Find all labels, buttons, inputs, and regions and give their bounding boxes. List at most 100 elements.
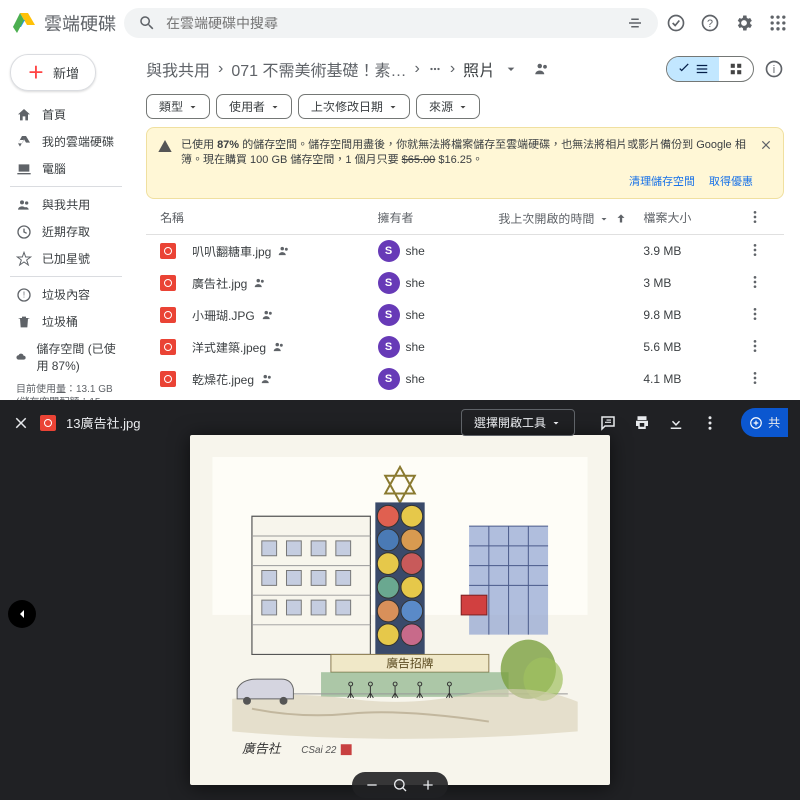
row-more-icon[interactable] [747,306,763,322]
overflow-icon[interactable] [428,62,442,76]
image-file-icon [160,339,176,355]
file-name: 乾燥花.jpeg [192,371,254,388]
col-size[interactable]: 檔案大小 [643,209,740,228]
breadcrumb: 與我共用› 071 不需美術基礎！素…› › 照片 i [146,50,784,88]
search-box[interactable] [124,8,658,38]
zoom-out-icon[interactable] [364,777,380,793]
nav-trash[interactable]: 垃圾桶 [10,308,122,335]
shared-icon [533,60,551,78]
col-owner[interactable]: 擁有者 [378,209,499,228]
offer-link[interactable]: 取得優惠 [709,176,753,188]
grid-view-button[interactable] [719,57,753,81]
chip-source[interactable]: 來源 [416,94,480,119]
star-icon [16,251,32,267]
file-size: 3.9 MB [643,244,740,258]
row-more-icon[interactable] [747,370,763,386]
chip-type[interactable]: 類型 [146,94,210,119]
header: 雲端硬碟 ? [0,0,800,46]
file-row[interactable]: 叭叭翻糖車.jpg Sshe 3.9 MB [146,235,784,267]
product-name: 雲端硬碟 [44,10,116,36]
header-more-icon[interactable] [747,209,763,225]
close-viewer-icon[interactable] [12,414,30,432]
view-toggle[interactable] [666,56,754,82]
help-icon[interactable]: ? [700,13,720,33]
open-with-button[interactable]: 選擇開啟工具 [461,409,575,436]
sidebar: ＋新增 首頁 我的雲端硬碟 電腦 與我共用 近期存取 已加星號 !垃圾內容 垃圾… [0,46,130,400]
shared-badge-icon [261,308,275,322]
drive-logo[interactable]: 雲端硬碟 [12,10,116,36]
file-list: 叭叭翻糖車.jpg Sshe 3.9 MB 廣告社.jpg Sshe 3 MB … [146,235,784,400]
row-more-icon[interactable] [747,338,763,354]
list-view-button[interactable] [667,57,719,81]
image-canvas[interactable]: 廣告招牌 廣告社 CSai 22 [190,435,610,785]
settings-icon[interactable] [734,13,754,33]
nav-computers[interactable]: 電腦 [10,155,122,182]
owner-avatar: S [378,272,400,294]
more-icon[interactable] [701,414,719,432]
share-button[interactable]: 共 [741,408,788,437]
file-name: 洋式建築.jpeg [192,339,266,356]
print-icon[interactable] [633,414,651,432]
owner-avatar: S [378,240,400,262]
apps-icon[interactable] [768,13,788,33]
file-name: 小珊瑚.JPG [192,307,255,324]
zoom-in-icon[interactable] [420,777,436,793]
drive-icon [16,134,32,150]
viewer-toolbar: 13廣告社.jpg 選擇開啟工具 共 [0,400,800,445]
close-banner-icon[interactable] [759,138,773,152]
file-row[interactable]: 乾燥花.jpeg Sshe 4.1 MB [146,363,784,395]
file-name: 叭叭翻糖車.jpg [192,243,271,260]
file-size: 5.6 MB [643,340,740,354]
quota-text: 目前使用量：13.1 GB (儲存空間配額：15 GB) [16,383,116,400]
crumb-shared[interactable]: 與我共用 [146,57,210,81]
col-name[interactable]: 名稱 [160,209,378,228]
drive-logo-icon [12,11,36,35]
nav-mydrive[interactable]: 我的雲端硬碟 [10,128,122,155]
crumb-current[interactable]: 照片 [463,57,495,81]
shared-badge-icon [253,276,267,290]
search-options-icon[interactable] [626,14,644,32]
col-opened[interactable]: 我上次開啟的時間 [498,209,643,228]
nav-shared[interactable]: 與我共用 [10,191,122,218]
file-size: 3 MB [643,276,740,290]
spam-icon: ! [16,287,32,303]
owner-name: she [406,372,425,386]
owner-name: she [406,276,425,290]
clock-icon [16,224,32,240]
comment-icon[interactable] [599,414,617,432]
image-file-icon [160,275,176,291]
prev-image-button[interactable] [8,600,36,628]
info-icon[interactable]: i [764,59,784,79]
row-more-icon[interactable] [747,274,763,290]
owner-name: she [406,308,425,322]
file-row[interactable]: 小珊瑚.JPG Sshe 9.8 MB [146,299,784,331]
owner-avatar: S [378,368,400,390]
crumb-folder[interactable]: 071 不需美術基礎！素… [231,57,406,81]
chip-people[interactable]: 使用者 [216,94,292,119]
file-row[interactable]: 洋式建築.jpeg Sshe 5.6 MB [146,331,784,363]
nav-storage[interactable]: 儲存空間 (已使用 87%) [10,335,122,379]
owner-name: she [406,244,425,258]
ready-offline-icon[interactable] [666,13,686,33]
image-file-icon [160,371,176,387]
nav-spam[interactable]: !垃圾內容 [10,281,122,308]
zoom-reset-icon[interactable] [392,777,408,793]
new-button[interactable]: ＋新增 [10,54,96,91]
chevron-down-icon[interactable] [503,61,519,77]
file-name: 廣告社.jpg [192,275,247,292]
nav-home[interactable]: 首頁 [10,101,122,128]
cloud-icon [16,349,26,365]
image-viewer: 13廣告社.jpg 選擇開啟工具 共 [0,400,800,800]
file-row[interactable]: 廣告社.jpg Sshe 3 MB [146,267,784,299]
search-input[interactable] [166,15,616,31]
storage-banner: 已使用 87% 的儲存空間。儲存空間用盡後，你就無法將檔案儲存至雲端硬碟，也無法… [146,127,784,199]
file-type-icon [40,415,56,431]
owner-avatar: S [378,304,400,326]
nav-recent[interactable]: 近期存取 [10,218,122,245]
chip-modified[interactable]: 上次修改日期 [298,94,410,119]
cleanup-link[interactable]: 清理儲存空間 [629,176,695,188]
row-more-icon[interactable] [747,242,763,258]
nav-starred[interactable]: 已加星號 [10,245,122,272]
main-content: 與我共用› 071 不需美術基礎！素…› › 照片 i 類型 使用者 上次修改日… [130,46,800,400]
download-icon[interactable] [667,414,685,432]
